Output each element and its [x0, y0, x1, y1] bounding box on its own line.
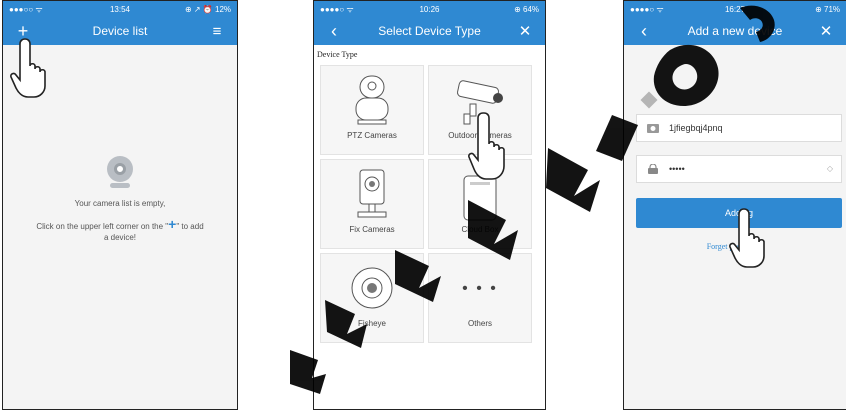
- device-type-grid: PTZ Cameras Outdoor Cameras Fix Cameras: [320, 65, 542, 343]
- tile-label: PTZ Cameras: [347, 131, 397, 140]
- back-button[interactable]: ‹: [634, 17, 654, 45]
- status-bar: ●●●●○ ᯤ 10:26 ⊕ 64%: [314, 1, 545, 17]
- fix-camera-icon: [357, 169, 387, 218]
- tile-others[interactable]: • • • Others: [428, 253, 532, 343]
- lock-icon: [648, 164, 658, 174]
- pointing-hand-icon: [10, 38, 46, 98]
- device-list-screen: ●●●○○ ᯤ 13:54 ⊕ ↗ ⏰ 12% + Device list ≡ …: [2, 0, 238, 410]
- back-button[interactable]: ‹: [324, 17, 344, 45]
- close-button[interactable]: ✕: [816, 17, 836, 45]
- pointing-hand-icon: [729, 208, 765, 268]
- empty-state: Your camera list is empty, Click on the …: [3, 156, 237, 243]
- empty-message-line1: Your camera list is empty,: [74, 199, 166, 208]
- empty-message-line3: a device!: [103, 233, 137, 242]
- nav-bar: ‹ Select Device Type ✕: [314, 17, 545, 45]
- tile-label: Fix Cameras: [349, 225, 395, 234]
- empty-message-line2: Click on the upper left corner on the "+…: [36, 216, 204, 232]
- tile-label: Fisheye: [357, 319, 386, 328]
- status-time: 13:54: [109, 4, 131, 14]
- more-icon: • • •: [462, 280, 498, 297]
- device-id-value: 1jfiegbqj4pnq: [669, 123, 723, 133]
- select-device-type-screen: ●●●●○ ᯤ 10:26 ⊕ 64% ‹ Select Device Type…: [313, 0, 546, 410]
- add-new-device-screen: ●●●●○ ᯤ 16:27 ⊕ 71% ‹ Add a new device ✕…: [623, 0, 846, 410]
- eye-icon[interactable]: ◇: [827, 164, 833, 173]
- page-title: Select Device Type: [378, 24, 481, 38]
- page-title: Add a new device: [687, 24, 783, 38]
- pointing-hand-icon: [468, 112, 505, 180]
- tile-label: Cloud Box: [461, 225, 499, 234]
- status-time: 10:26: [419, 4, 440, 14]
- section-label: Device Type: [317, 50, 358, 59]
- status-time: 16:27: [724, 4, 746, 14]
- camera-icon: [106, 156, 134, 188]
- nav-bar: ‹ Add a new device ✕: [624, 17, 846, 45]
- close-button[interactable]: ✕: [515, 17, 535, 45]
- tile-ptz-cameras[interactable]: PTZ Cameras: [320, 65, 424, 155]
- device-id-field[interactable]: 1jfiegbqj4pnq: [636, 114, 842, 142]
- camera-icon: [647, 124, 659, 133]
- ptz-camera-icon: [355, 75, 389, 125]
- diamond-shape: [640, 91, 658, 109]
- page-title: Device list: [92, 24, 148, 38]
- tile-fix-cameras[interactable]: Fix Cameras: [320, 159, 424, 249]
- status-bar: ●●●○○ ᯤ 13:54 ⊕ ↗ ⏰ 12%: [3, 1, 237, 17]
- status-bar: ●●●●○ ᯤ 16:27 ⊕ 71%: [624, 1, 846, 17]
- tile-fisheye[interactable]: Fisheye: [320, 253, 424, 343]
- fisheye-camera-icon: [351, 267, 393, 309]
- password-value: •••••: [669, 164, 685, 174]
- menu-button[interactable]: ≡: [207, 17, 227, 45]
- password-field[interactable]: ••••• ◇: [636, 155, 842, 183]
- tile-label: Others: [467, 319, 492, 328]
